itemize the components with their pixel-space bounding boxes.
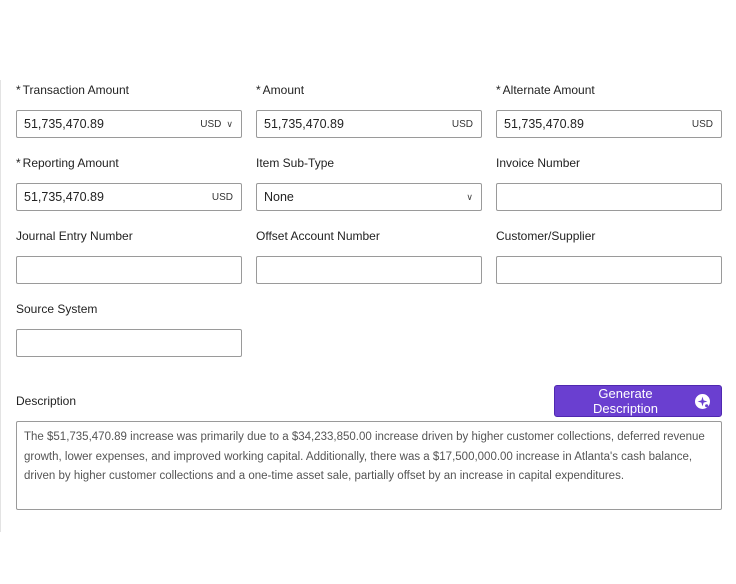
transaction-amount-label: * Transaction Amount: [16, 82, 242, 98]
alternate-amount-label-text: Alternate Amount: [502, 83, 595, 97]
generate-description-button[interactable]: Generate Description: [554, 385, 722, 417]
alternate-amount-input[interactable]: 51,735,470.89 USD: [496, 110, 722, 138]
item-sub-type-select[interactable]: None ∨: [256, 183, 482, 211]
amount-input[interactable]: 51,735,470.89 USD: [256, 110, 482, 138]
journal-entry-number-input[interactable]: [16, 256, 242, 284]
item-sub-type-selected: None: [264, 190, 294, 204]
reporting-amount-label: * Reporting Amount: [16, 155, 242, 171]
currency-code: USD: [200, 118, 222, 130]
customer-supplier-group: Customer/Supplier: [496, 228, 722, 284]
required-mark: *: [16, 83, 21, 97]
offset-account-number-group: Offset Account Number: [256, 228, 482, 284]
alternate-amount-group: * Alternate Amount 51,735,470.89 USD: [496, 82, 722, 138]
form-row-amounts: * Transaction Amount 51,735,470.89 USD ∨ *…: [16, 82, 722, 138]
journal-entry-number-label: Journal Entry Number: [16, 229, 133, 243]
chevron-down-icon: ∨: [466, 191, 473, 202]
reporting-amount-currency: USD: [211, 191, 233, 203]
offset-account-number-input[interactable]: [256, 256, 482, 284]
reporting-amount-group: * Reporting Amount 51,735,470.89 USD: [16, 155, 242, 211]
reporting-amount-input[interactable]: 51,735,470.89 USD: [16, 183, 242, 211]
customer-supplier-label: Customer/Supplier: [496, 229, 596, 243]
offset-account-number-label: Offset Account Number: [256, 229, 380, 243]
required-mark: *: [16, 156, 21, 170]
panel-left-border: [0, 80, 1, 532]
invoice-number-group: Invoice Number: [496, 155, 722, 211]
required-mark: *: [256, 83, 261, 97]
transaction-amount-value: 51,735,470.89: [24, 117, 104, 131]
amount-currency: USD: [451, 118, 473, 130]
invoice-number-input[interactable]: [496, 183, 722, 211]
alternate-amount-label: * Alternate Amount: [496, 82, 722, 98]
form-row-references: Journal Entry Number Offset Account Numb…: [16, 228, 722, 284]
form-row-reporting: * Reporting Amount 51,735,470.89 USD Item…: [16, 155, 722, 211]
amount-label-text: Amount: [262, 83, 305, 97]
amount-label: * Amount: [256, 82, 482, 98]
item-sub-type-group: Item Sub-Type None ∨: [256, 155, 482, 211]
source-system-input[interactable]: [16, 329, 242, 357]
customer-supplier-input[interactable]: [496, 256, 722, 284]
transaction-amount-input[interactable]: 51,735,470.89 USD ∨: [16, 110, 242, 138]
transaction-amount-group: * Transaction Amount 51,735,470.89 USD ∨: [16, 82, 242, 138]
reporting-amount-value: 51,735,470.89: [24, 190, 104, 204]
transaction-amount-label-text: Transaction Amount: [22, 83, 129, 97]
description-label: Description: [16, 394, 77, 408]
journal-entry-number-group: Journal Entry Number: [16, 228, 242, 284]
amount-value: 51,735,470.89: [264, 117, 344, 131]
transaction-form: * Transaction Amount 51,735,470.89 USD ∨ *…: [16, 82, 722, 510]
source-system-group: Source System: [16, 301, 242, 357]
source-system-label: Source System: [16, 302, 98, 316]
ai-sparkle-icon: [694, 393, 711, 410]
invoice-number-label: Invoice Number: [496, 156, 581, 170]
alternate-amount-value: 51,735,470.89: [504, 117, 584, 131]
alternate-amount-currency: USD: [691, 118, 713, 130]
chevron-down-icon: ∨: [226, 118, 233, 129]
amount-group: * Amount 51,735,470.89 USD: [256, 82, 482, 138]
generate-description-label: Generate Description: [592, 386, 659, 416]
transaction-amount-currency-select[interactable]: USD ∨: [200, 119, 233, 130]
description-textarea[interactable]: The $51,735,470.89 increase was primaril…: [16, 421, 722, 510]
description-header: Description Generate Description: [16, 385, 722, 417]
reporting-amount-label-text: Reporting Amount: [22, 156, 119, 170]
required-mark: *: [496, 83, 501, 97]
form-row-source: Source System: [16, 301, 722, 357]
item-sub-type-label: Item Sub-Type: [256, 156, 335, 170]
